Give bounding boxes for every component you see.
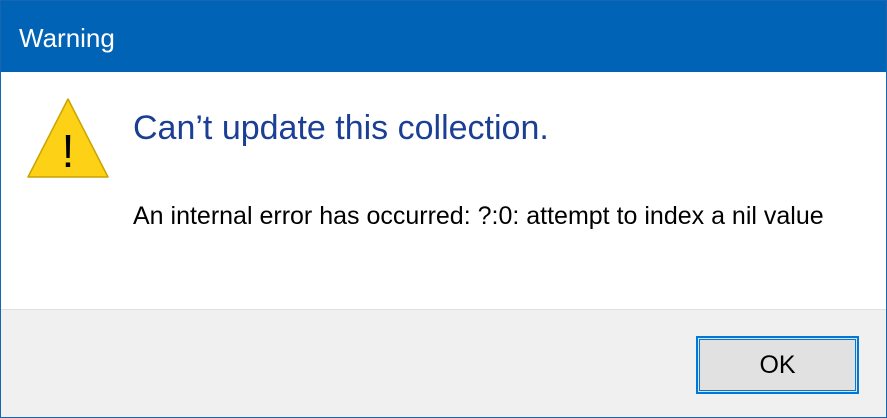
warning-triangle-icon: ! xyxy=(27,98,109,178)
dialog-footer: OK xyxy=(1,309,886,417)
error-message: An internal error has occurred: ?:0: att… xyxy=(133,202,824,230)
dialog-heading: Can’t update this collection. xyxy=(133,109,549,147)
window-title: Warning xyxy=(19,23,115,53)
warning-exclamation-glyph: ! xyxy=(62,125,75,177)
dialog-content: ! Can’t update this collection. An inter… xyxy=(1,72,886,309)
title-bar[interactable]: Warning xyxy=(1,1,886,72)
warning-dialog: Warning ! Can’t update this collection. … xyxy=(0,0,887,418)
ok-button[interactable]: OK xyxy=(696,336,859,394)
